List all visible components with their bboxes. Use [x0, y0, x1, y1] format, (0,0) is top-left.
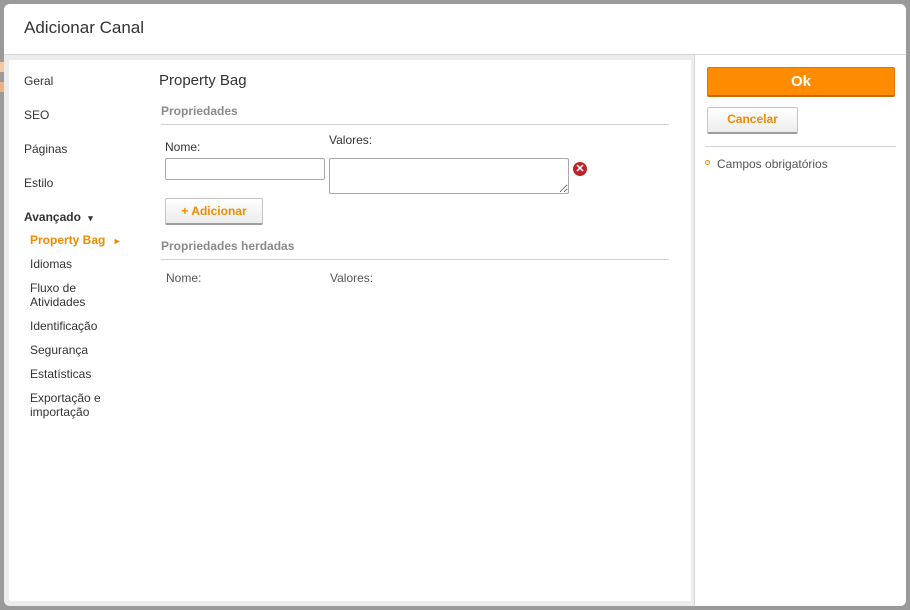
arrow-right-icon: ►	[112, 236, 122, 246]
property-name-input[interactable]	[165, 158, 325, 180]
cancel-button[interactable]: Cancelar	[707, 107, 798, 134]
nav-subitem-idiomas[interactable]: Idiomas	[30, 257, 130, 271]
required-marker-icon	[705, 160, 710, 165]
property-values-textarea[interactable]	[329, 158, 569, 194]
dialog-header: Adicionar Canal	[4, 4, 906, 55]
nav-subitem-fluxo-de-atividades[interactable]: Fluxo de Atividades	[30, 281, 130, 309]
nav-subitem-identificacao[interactable]: Identificação	[30, 319, 130, 333]
inherited-values-label: Valores:	[330, 271, 374, 285]
nav-subitem-exportacao[interactable]: Exportação e importação	[30, 391, 130, 419]
nav-subitem-estatisticas[interactable]: Estatísticas	[30, 367, 130, 381]
nav-subitem-seguranca[interactable]: Segurança	[30, 343, 130, 357]
inherited-section-title: Propriedades herdadas	[161, 239, 669, 260]
nav-subitem-property-bag[interactable]: Property Bag ►	[30, 233, 130, 248]
remove-icon[interactable]: ✕	[573, 162, 587, 176]
nav-group-avancado[interactable]: Avançado ▾	[24, 210, 93, 224]
inherited-name-label: Nome:	[166, 271, 202, 285]
content-panel: Geral SEO Páginas Estilo Avançado ▾ Prop…	[9, 60, 691, 601]
ok-button[interactable]: Ok	[707, 67, 895, 97]
nav-item-estilo[interactable]: Estilo	[24, 176, 53, 190]
required-fields-note: Campos obrigatórios	[705, 157, 828, 171]
nav-item-paginas[interactable]: Páginas	[24, 142, 67, 156]
nav-group-label: Avançado	[24, 210, 81, 224]
nav-item-seo[interactable]: SEO	[24, 108, 49, 122]
values-label: Valores:	[329, 133, 373, 147]
add-property-button[interactable]: + Adicionar	[165, 198, 263, 225]
page-title: Property Bag	[159, 72, 247, 89]
nav-item-geral[interactable]: Geral	[24, 74, 53, 88]
name-label: Nome:	[165, 140, 201, 154]
properties-section-title: Propriedades	[161, 104, 669, 125]
add-channel-dialog: Adicionar Canal Geral SEO Páginas Estilo…	[4, 4, 906, 606]
divider	[705, 146, 896, 147]
dialog-title: Adicionar Canal	[24, 18, 145, 37]
required-note-text: Campos obrigatórios	[717, 157, 828, 171]
actions-panel: Ok Cancelar Campos obrigatórios	[694, 55, 906, 606]
dialog-body: Geral SEO Páginas Estilo Avançado ▾ Prop…	[4, 55, 694, 606]
caret-down-icon: ▾	[88, 213, 93, 223]
nav-subitem-label: Property Bag	[30, 233, 106, 247]
